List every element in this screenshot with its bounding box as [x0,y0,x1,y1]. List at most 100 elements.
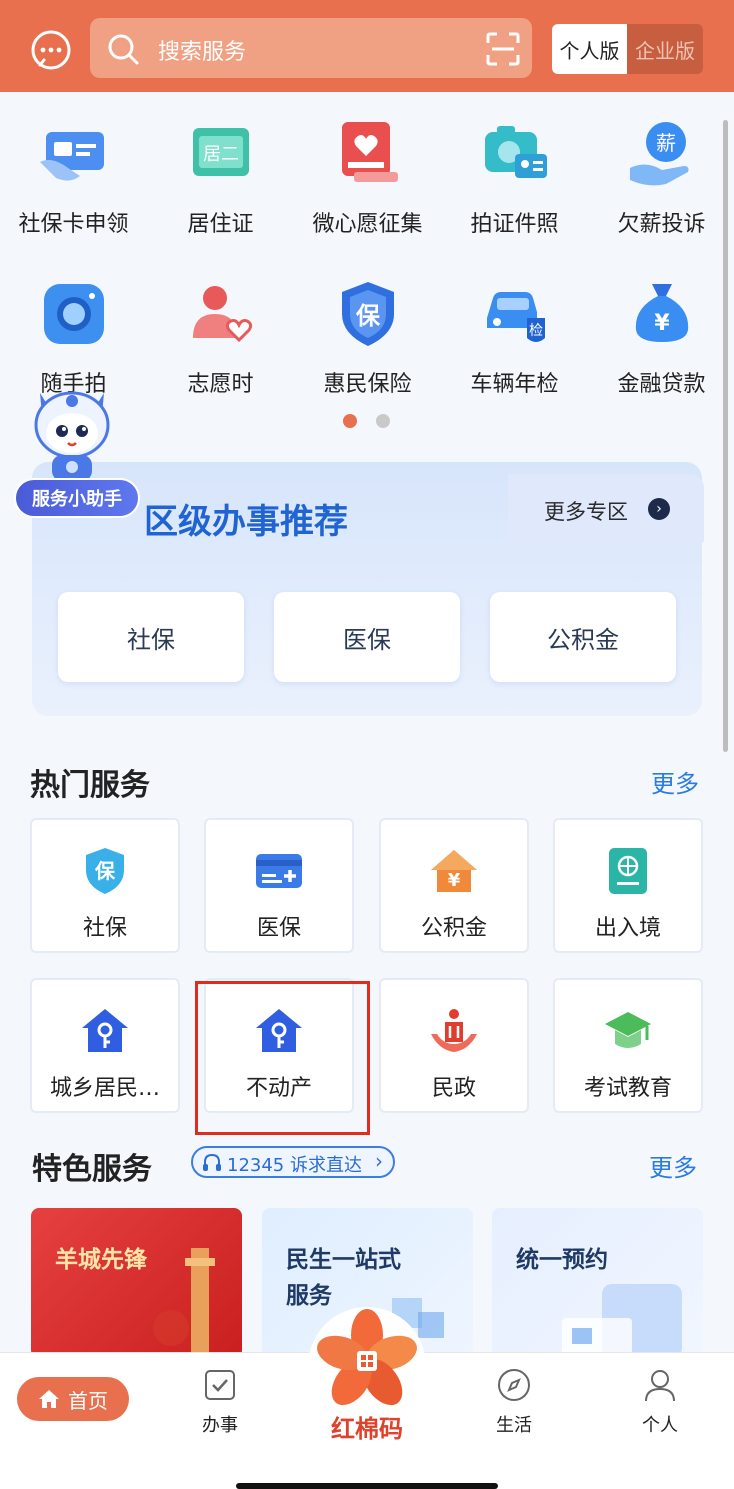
monument-illustration [153,1248,215,1358]
version-toggle[interactable]: 个人版 企业版 [552,24,703,74]
grid-item-loan[interactable]: ¥ 金融贷款 [588,278,734,398]
user-icon [642,1367,678,1403]
search-placeholder: 搜索服务 [158,40,247,65]
civil-affairs-icon [429,1006,479,1056]
nav-profile-label: 个人 [642,1415,678,1436]
car-inspection-icon: 检 [479,278,551,350]
hot-service-immigration[interactable]: 出入境 [553,818,703,953]
district-title: 区级办事推荐 [144,502,348,542]
hot-service-civil[interactable]: 民政 [379,978,529,1113]
phone-illustration [562,1284,682,1358]
svg-text:¥: ¥ [654,311,670,336]
camera-icon [38,278,110,350]
hot-service-social[interactable]: 保 社保 [30,818,180,953]
house-fund-icon: ¥ [429,846,479,896]
passport-icon [603,846,653,896]
grid-label: 金融贷款 [617,372,706,397]
medical-card-icon [254,846,304,896]
grid-item-insurance[interactable]: 保 惠民保险 [294,278,441,398]
svg-text:检: 检 [529,323,543,339]
district-button-medical[interactable]: 医保 [274,592,460,682]
home-indicator[interactable] [236,1483,498,1489]
hot-service-medical[interactable]: 医保 [204,818,354,953]
hot-service-fund[interactable]: ¥ 公积金 [379,818,529,953]
top-bar: 搜索服务 个人版 企业版 [0,0,734,92]
grid-item-wage-complaint[interactable]: 薪 欠薪投诉 [588,118,734,238]
grid-label: 社保卡申领 [18,212,129,237]
hotline-label: 12345 诉求直达 [227,1155,362,1176]
nav-life[interactable]: 生活 [469,1367,559,1437]
grid-label: 车辆年检 [470,372,559,397]
featured-card-title: 羊城先锋 [55,1247,147,1273]
hot-service-education[interactable]: 考试教育 [553,978,703,1113]
hot-services-more-link[interactable]: 更多 [651,764,699,799]
shield-icon: 保 [80,846,130,896]
featured-card-appointment[interactable]: 统一预约 [492,1208,703,1358]
hot-service-label: 公积金 [420,916,487,941]
wish-icon [332,118,404,190]
scrollbar[interactable] [723,120,728,752]
nav-center-code[interactable] [312,1309,422,1419]
featured-card-title: 统一预约 [516,1247,608,1273]
residence-permit-icon: 居二 [185,118,257,190]
grid-item-volunteer[interactable]: 志愿时 [147,278,294,398]
grid-label: 欠薪投诉 [617,212,706,237]
grid-label: 微心愿征集 [312,212,423,237]
page-dot-active[interactable] [343,414,357,428]
hot-service-label: 城乡居民… [49,1076,160,1101]
hotline-12345-button[interactable]: 12345 诉求直达 › [191,1146,395,1178]
hot-service-label: 出入境 [594,916,661,941]
svg-text:薪: 薪 [656,131,676,155]
grid-label: 居住证 [187,212,254,237]
nav-life-label: 生活 [496,1415,532,1436]
featured-more-link[interactable]: 更多 [649,1148,697,1183]
more-zone-button[interactable]: 更多专区 › [508,474,704,542]
selection-highlight-box [195,981,370,1135]
chevron-right-icon: › [648,498,670,520]
svg-text:保: 保 [94,859,116,883]
grid-item-residence-permit[interactable]: 居二 居住证 [147,118,294,238]
kapok-flower-icon [317,1309,417,1406]
more-zone-label: 更多专区 [544,500,628,524]
enterprise-version-tab[interactable]: 企业版 [627,24,703,74]
compass-icon [496,1367,532,1403]
nav-profile[interactable]: 个人 [615,1367,705,1437]
grid-label: 志愿时 [187,372,254,397]
grid-item-wish[interactable]: 微心愿征集 [294,118,441,238]
svg-text:¥: ¥ [448,870,461,891]
hot-service-urban-rural[interactable]: 城乡居民… [30,978,180,1113]
headset-icon [203,1153,221,1171]
message-icon[interactable] [28,28,74,74]
grid-item-id-photo[interactable]: 拍证件照 [441,118,588,238]
money-bag-icon: ¥ [626,278,698,350]
hot-service-label: 民政 [431,1076,476,1101]
featured-card-title-line1: 民生一站式 [286,1247,401,1273]
scan-icon[interactable] [486,32,520,66]
featured-services-title: 特色服务 [32,1152,152,1187]
search-bar[interactable]: 搜索服务 [90,18,532,78]
svg-text:保: 保 [355,302,381,330]
id-photo-camera-icon [479,118,551,190]
district-button-fund[interactable]: 公积金 [490,592,676,682]
page-dot[interactable] [376,414,390,428]
graduation-cap-icon [603,1006,653,1056]
search-icon [106,32,140,66]
grid-item-social-card[interactable]: 社保卡申领 [0,118,147,238]
hot-service-label: 考试教育 [583,1076,672,1101]
hot-service-label: 医保 [256,916,301,941]
checklist-icon [202,1367,238,1403]
grid-label: 拍证件照 [470,212,559,237]
wage-complaint-icon: 薪 [626,118,698,190]
bottom-nav: 首页 办事 红棉码 生活 个人 [0,1307,734,1489]
volunteer-icon [185,278,257,350]
chevron-right-icon: › [375,1149,383,1173]
grid-item-car-inspection[interactable]: 检 车辆年检 [441,278,588,398]
home-icon [39,1390,59,1408]
featured-card-pioneer[interactable]: 羊城先锋 [31,1208,242,1358]
personal-version-tab[interactable]: 个人版 [552,24,627,74]
featured-card-title-line2: 服务 [286,1283,332,1309]
insurance-shield-icon: 保 [332,278,404,350]
hot-service-label: 社保 [82,916,127,941]
district-button-social[interactable]: 社保 [58,592,244,682]
assistant-button[interactable]: 服务小助手 [14,478,140,518]
